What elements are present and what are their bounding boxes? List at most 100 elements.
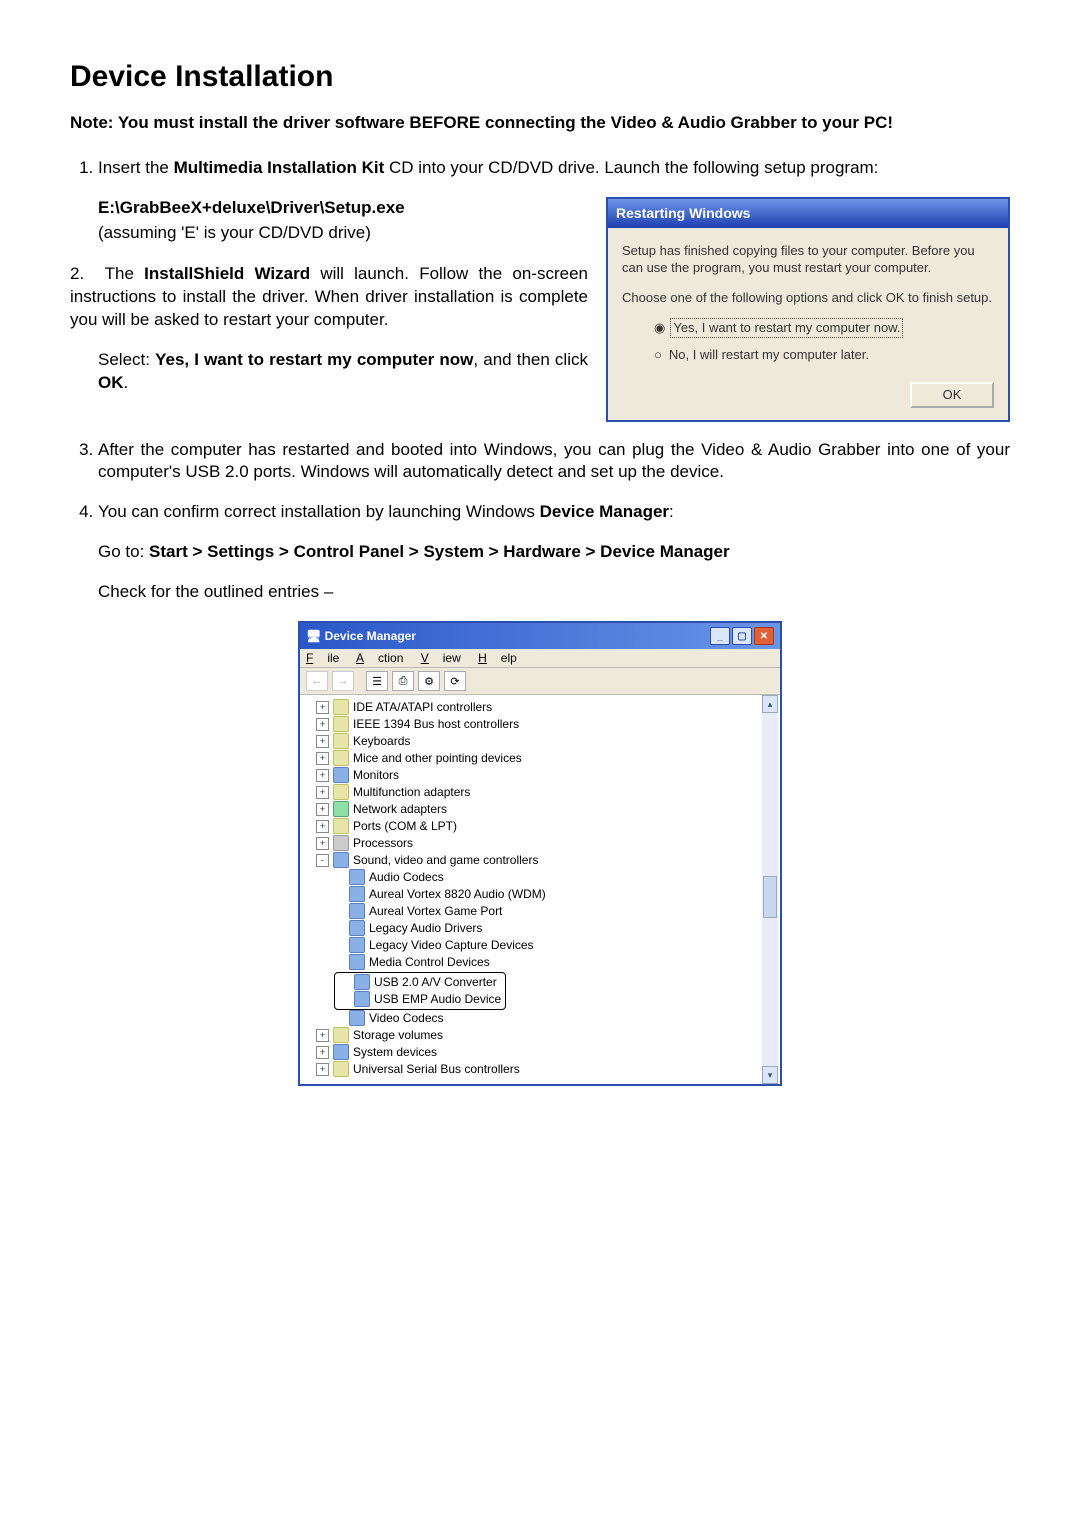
monitor-icon: 🖥 bbox=[306, 629, 321, 643]
devmgr-title: Device Manager bbox=[325, 629, 416, 643]
tree-item[interactable]: USB EMP Audio Device bbox=[339, 991, 501, 1008]
tree-item-label: Aureal Vortex Game Port bbox=[369, 904, 502, 918]
tree-item[interactable]: + Mice and other pointing devices bbox=[306, 750, 774, 767]
radio-yes[interactable]: ◉ Yes, I want to restart my computer now… bbox=[654, 318, 994, 338]
restart-dialog: Restarting Windows Setup has finished co… bbox=[606, 197, 1010, 422]
device-icon bbox=[349, 886, 365, 902]
scroll-thumb[interactable] bbox=[763, 876, 777, 918]
print-icon[interactable]: ⎙ bbox=[392, 671, 414, 691]
dialog-text-1: Setup has finished copying files to your… bbox=[622, 242, 994, 277]
tree-item-label: Universal Serial Bus controllers bbox=[353, 1062, 520, 1076]
device-icon bbox=[333, 767, 349, 783]
expand-icon[interactable]: + bbox=[316, 769, 329, 782]
tree-item[interactable]: +IDE ATA/ATAPI controllers bbox=[306, 699, 774, 716]
tree-item-label: Sound, video and game controllers bbox=[353, 853, 538, 867]
tree-item[interactable]: +Monitors bbox=[306, 767, 774, 784]
check-text: Check for the outlined entries – bbox=[98, 581, 1010, 604]
expand-icon[interactable]: + bbox=[316, 1029, 329, 1042]
page-title: Device Installation bbox=[70, 60, 1010, 94]
device-icon bbox=[354, 991, 370, 1007]
scroll-up-icon[interactable]: ▴ bbox=[762, 695, 778, 713]
tree-item-label: Media Control Devices bbox=[369, 955, 490, 969]
tree-item[interactable]: Video Codecs bbox=[306, 1010, 774, 1027]
tree-item[interactable]: + IEEE 1394 Bus host controllers bbox=[306, 716, 774, 733]
expand-icon[interactable]: + bbox=[316, 752, 329, 765]
tree-item[interactable]: +Multifunction adapters bbox=[306, 784, 774, 801]
expand-icon[interactable]: + bbox=[316, 1046, 329, 1059]
device-manager-window: 🖥 Device Manager _ ▢ ✕ FFileile Action V… bbox=[298, 621, 782, 1086]
tree-item-label: Video Codecs bbox=[369, 1011, 444, 1025]
step-2-select: Select: Yes, I want to restart my comput… bbox=[98, 349, 588, 395]
expand-icon[interactable]: + bbox=[316, 837, 329, 850]
tree-item[interactable]: + Universal Serial Bus controllers bbox=[306, 1061, 774, 1078]
tree-item[interactable]: Aureal Vortex 8820 Audio (WDM) bbox=[306, 886, 774, 903]
tree-item-label: Legacy Video Capture Devices bbox=[369, 938, 534, 952]
tree-item[interactable]: + Keyboards bbox=[306, 733, 774, 750]
tree-item[interactable]: Aureal Vortex Game Port bbox=[306, 903, 774, 920]
device-tree: ▴ ▾ +IDE ATA/ATAPI controllers+IEEE 1394… bbox=[300, 695, 780, 1084]
minimize-button[interactable]: _ bbox=[710, 627, 730, 645]
step-3: After the computer has restarted and boo… bbox=[98, 439, 1010, 485]
tree-item[interactable]: Legacy Audio Drivers bbox=[306, 920, 774, 937]
scrollbar[interactable]: ▴ ▾ bbox=[762, 695, 778, 1084]
tree-item-label: Keyboards bbox=[353, 734, 410, 748]
menu-help[interactable]: Help bbox=[478, 651, 517, 665]
tree-item-label: USB EMP Audio Device bbox=[374, 992, 501, 1006]
device-icon bbox=[349, 869, 365, 885]
tree-item[interactable]: Audio Codecs bbox=[306, 869, 774, 886]
tree-item-label: System devices bbox=[353, 1045, 437, 1059]
menu-file[interactable]: FFileile bbox=[306, 651, 339, 665]
menu-action[interactable]: Action bbox=[356, 651, 403, 665]
tree-item[interactable]: Media Control Devices bbox=[306, 954, 774, 971]
tree-item[interactable]: +Network adapters bbox=[306, 801, 774, 818]
maximize-button[interactable]: ▢ bbox=[732, 627, 752, 645]
expand-icon[interactable]: + bbox=[316, 820, 329, 833]
expand-icon[interactable]: + bbox=[316, 735, 329, 748]
tree-item-label: Mice and other pointing devices bbox=[353, 751, 522, 765]
properties-icon[interactable]: ⚙ bbox=[418, 671, 440, 691]
device-icon bbox=[333, 750, 349, 766]
tree-item[interactable]: + Ports (COM & LPT) bbox=[306, 818, 774, 835]
tree-item-label: Audio Codecs bbox=[369, 870, 444, 884]
expand-icon[interactable]: + bbox=[316, 803, 329, 816]
step-4: You can confirm correct installation by … bbox=[98, 501, 1010, 604]
step-2-text: 2. The InstallShield Wizard will launch.… bbox=[70, 263, 588, 332]
tree-item-label: Processors bbox=[353, 836, 413, 850]
ok-button[interactable]: OK bbox=[910, 382, 994, 408]
menu-view[interactable]: View bbox=[421, 651, 461, 665]
close-button[interactable]: ✕ bbox=[754, 627, 774, 645]
collapse-icon[interactable]: - bbox=[316, 854, 329, 867]
tree-item[interactable]: + System devices bbox=[306, 1044, 774, 1061]
tree-view-icon[interactable]: ☰ bbox=[366, 671, 388, 691]
expand-icon[interactable]: + bbox=[316, 1063, 329, 1076]
tree-item[interactable]: Legacy Video Capture Devices bbox=[306, 937, 774, 954]
tree-item[interactable]: +Storage volumes bbox=[306, 1027, 774, 1044]
device-icon bbox=[354, 974, 370, 990]
tree-item-label: Ports (COM & LPT) bbox=[353, 819, 457, 833]
scroll-down-icon[interactable]: ▾ bbox=[762, 1066, 778, 1084]
back-icon: ← bbox=[306, 671, 328, 691]
expand-icon[interactable]: + bbox=[316, 786, 329, 799]
device-icon bbox=[349, 1010, 365, 1026]
expand-icon[interactable]: + bbox=[316, 718, 329, 731]
device-icon bbox=[333, 818, 349, 834]
dialog-title: Restarting Windows bbox=[608, 199, 1008, 228]
setup-path: E:\GrabBeeX+deluxe\Driver\Setup.exe bbox=[98, 197, 588, 220]
install-note: Note: You must install the driver softwa… bbox=[70, 112, 1010, 135]
radio-unselected-icon: ○ bbox=[654, 346, 662, 364]
tree-item[interactable]: USB 2.0 A/V Converter bbox=[339, 974, 501, 991]
radio-no[interactable]: ○ No, I will restart my computer later. bbox=[654, 346, 994, 364]
tree-item[interactable]: - Sound, video and game controllers bbox=[306, 852, 774, 869]
device-icon bbox=[333, 733, 349, 749]
device-icon bbox=[333, 1061, 349, 1077]
tree-item[interactable]: + Processors bbox=[306, 835, 774, 852]
tree-item-label: IEEE 1394 Bus host controllers bbox=[353, 717, 519, 731]
step-3-text: After the computer has restarted and boo… bbox=[98, 439, 1010, 485]
device-icon bbox=[333, 852, 349, 868]
goto-path: Go to: Start > Settings > Control Panel … bbox=[98, 541, 1010, 564]
tree-item-label: Aureal Vortex 8820 Audio (WDM) bbox=[369, 887, 546, 901]
highlighted-devices: USB 2.0 A/V ConverterUSB EMP Audio Devic… bbox=[334, 972, 506, 1010]
device-icon bbox=[333, 699, 349, 715]
scan-icon[interactable]: ⟳ bbox=[444, 671, 466, 691]
expand-icon[interactable]: + bbox=[316, 701, 329, 714]
